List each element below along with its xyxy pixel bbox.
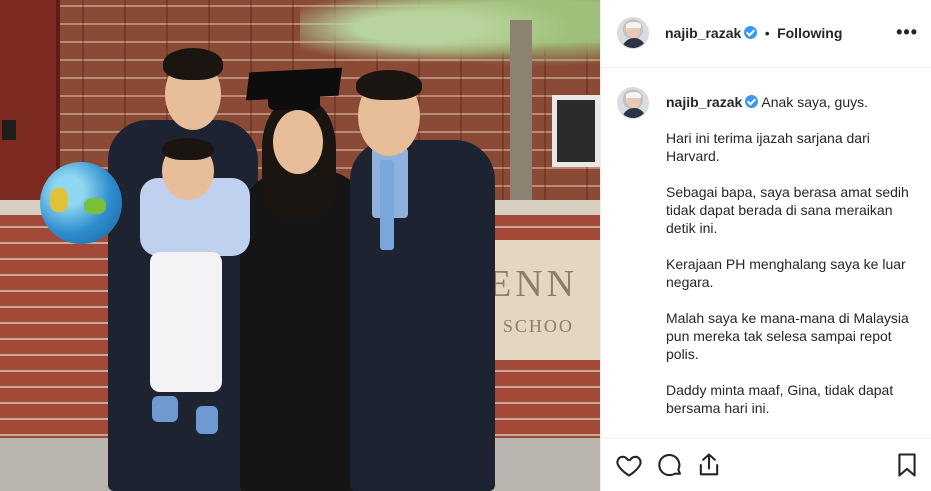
header-separator: • bbox=[764, 25, 770, 41]
caption-avatar[interactable] bbox=[617, 87, 649, 119]
graduate-head bbox=[273, 110, 323, 174]
caption-paragraph: Kerajaan PH menghalang saya ke luar nega… bbox=[666, 256, 906, 290]
avatar-hair bbox=[626, 22, 641, 28]
baby-shoe-right bbox=[196, 406, 218, 434]
tree-foliage bbox=[300, 0, 600, 70]
baby-shoe-left bbox=[152, 396, 178, 422]
more-options-icon[interactable]: ••• bbox=[896, 22, 918, 43]
caption-first-line: najib_razak Anak saya, guys. bbox=[666, 93, 916, 111]
building-window bbox=[552, 95, 600, 167]
man-left-hair bbox=[163, 48, 223, 80]
baby-pants bbox=[150, 252, 222, 392]
avatar-body bbox=[622, 38, 646, 48]
header-line: najib_razak • Following bbox=[665, 25, 842, 43]
post-side-panel: najib_razak • Following ••• najib_razak … bbox=[600, 0, 931, 491]
baby-hair bbox=[162, 138, 214, 160]
verified-badge-icon bbox=[745, 95, 759, 108]
verified-badge-icon bbox=[744, 26, 758, 39]
globe-land bbox=[50, 188, 68, 212]
mortarboard-cap bbox=[245, 67, 343, 101]
caption-paragraph: Malah saya ke mana-mana di Malaysia pun … bbox=[666, 310, 909, 362]
bookmark-icon[interactable] bbox=[893, 451, 921, 479]
caption-username[interactable]: najib_razak bbox=[666, 94, 742, 110]
globe-balloon bbox=[40, 162, 122, 244]
caption-first-text: Anak saya, guys. bbox=[761, 94, 869, 110]
author-username[interactable]: najib_razak bbox=[665, 25, 741, 41]
heart-icon[interactable] bbox=[615, 451, 643, 479]
plaque-text-line2: Y SCHOO bbox=[482, 316, 574, 336]
action-bar bbox=[601, 438, 931, 491]
post-photo[interactable]: ENN Y SCHOO bbox=[0, 0, 600, 491]
avatar-hair bbox=[626, 92, 641, 98]
man-right-tie bbox=[380, 160, 394, 250]
post-header: najib_razak • Following ••• bbox=[601, 0, 931, 68]
caption-paragraph: Sebagai bapa, saya berasa amat sedih tid… bbox=[666, 184, 909, 236]
instagram-post: ENN Y SCHOO najib_razak • Following ••• … bbox=[0, 0, 931, 491]
door-sign bbox=[2, 120, 16, 140]
caption-body: najib_razak Anak saya, guys. Hari ini te… bbox=[666, 93, 916, 435]
comment-icon[interactable] bbox=[656, 451, 684, 479]
caption-paragraph: Daddy minta maaf, Gina, tidak dapat bers… bbox=[666, 382, 894, 416]
author-avatar[interactable] bbox=[617, 17, 649, 49]
man-right-hair bbox=[356, 70, 422, 100]
avatar-body bbox=[622, 108, 646, 118]
tree-trunk bbox=[510, 20, 532, 205]
globe-land bbox=[84, 198, 106, 214]
share-icon[interactable] bbox=[695, 451, 723, 479]
plaque-text-line1: ENN bbox=[488, 263, 579, 305]
caption-paragraph: Hari ini terima ijazah sarjana dari Harv… bbox=[666, 130, 870, 164]
following-button[interactable]: Following bbox=[777, 25, 842, 41]
